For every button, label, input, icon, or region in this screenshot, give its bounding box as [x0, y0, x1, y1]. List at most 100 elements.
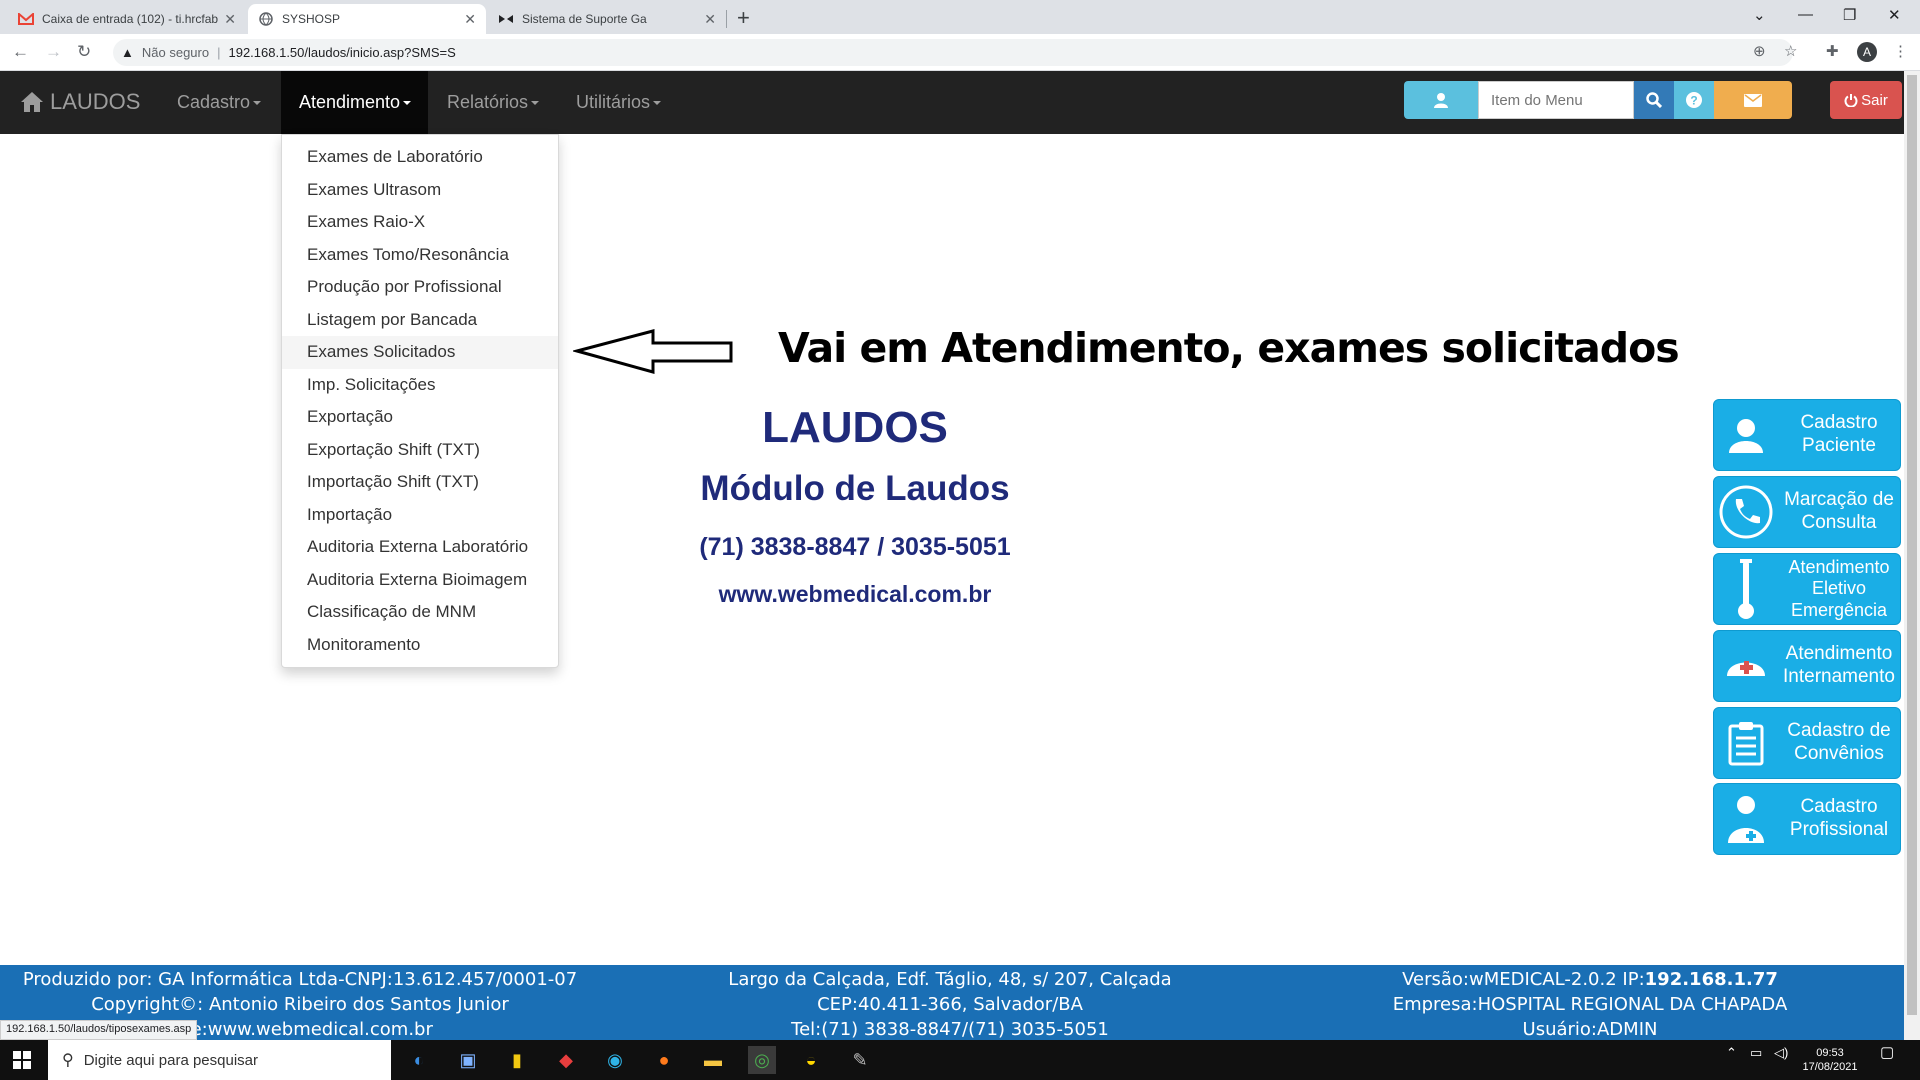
windows-start-icon[interactable] [8, 1046, 36, 1074]
edge-icon[interactable]: ◉ [601, 1046, 629, 1074]
new-tab-button[interactable]: + [737, 5, 750, 31]
envelope-icon [1744, 93, 1762, 107]
help-button[interactable]: ? [1674, 81, 1714, 119]
scrollbar-thumb[interactable] [1907, 75, 1917, 1015]
dropdown-item-exames-tomo[interactable]: Exames Tomo/Resonância [282, 239, 558, 272]
notification-icon[interactable]: ▢ [1880, 1045, 1894, 1060]
menu-atendimento[interactable]: Atendimento [281, 71, 428, 134]
close-window-button[interactable]: ✕ [1888, 6, 1901, 24]
menu-search-input[interactable] [1478, 81, 1634, 119]
menu-utilitarios[interactable]: Utilitários [558, 71, 679, 134]
tray-chevron-icon[interactable]: ⌃ [1726, 1046, 1737, 1060]
volume-icon[interactable]: ◁) [1774, 1046, 1788, 1060]
dropdown-item-exames-raiox[interactable]: Exames Raio-X [282, 206, 558, 239]
shortcut-atendimento-internamento[interactable]: Atendimento Internamento [1713, 630, 1901, 702]
tab-search-icon[interactable]: ⌄ [1753, 6, 1766, 24]
user-button[interactable] [1404, 81, 1478, 119]
clock[interactable]: 09:53 17/08/2021 [1800, 1046, 1860, 1074]
reload-icon[interactable]: ↻ [77, 42, 91, 62]
address-toolbar: ← → ↻ ▲ Não seguro | 192.168.1.50/laudos… [0, 34, 1920, 71]
taskbar-search[interactable]: ⚲ Digite aqui para pesquisar [48, 1040, 391, 1080]
dropdown-item-importacao-shift[interactable]: Importação Shift (TXT) [282, 466, 558, 499]
clock-time: 09:53 [1816, 1047, 1844, 1059]
shortcut-cadastro-convenios[interactable]: Cadastro de Convênios [1713, 707, 1901, 779]
taskbar-search-placeholder: Digite aqui para pesquisar [83, 1051, 258, 1069]
forward-icon[interactable]: → [45, 42, 62, 62]
logo-phone: (71) 3838-8847 / 3035-5051 [699, 533, 1011, 561]
paint-icon[interactable]: ✎ [846, 1046, 874, 1074]
app-taskbar-icon[interactable]: ◒ [797, 1046, 825, 1074]
windows-taskbar: ⚲ Digite aqui para pesquisar ◐ ▣ ▮ ◆ ◉ ●… [0, 1040, 1920, 1080]
caret-down-icon [531, 100, 540, 105]
dropdown-item-auditoria-laboratorio[interactable]: Auditoria Externa Laboratório [282, 531, 558, 564]
more-menu-icon[interactable]: ⋮ [1893, 42, 1908, 60]
firefox-icon[interactable]: ● [650, 1046, 678, 1074]
maximize-button[interactable]: ❐ [1843, 6, 1856, 24]
tab-suporte[interactable]: Sistema de Suporte Ga ✕ [488, 4, 726, 34]
dropdown-item-exames-solicitados[interactable]: Exames Solicitados [282, 336, 558, 369]
svg-text:?: ? [1690, 94, 1697, 108]
dropdown-item-exportacao[interactable]: Exportação [282, 401, 558, 434]
shortcut-label: Cadastro Paciente [1800, 412, 1878, 456]
footer-address: Largo da Calçada, Edf. Táglio, 48, s/ 20… [680, 967, 1220, 1042]
messages-button[interactable] [1714, 81, 1792, 119]
annotation-text: Vai em Atendimento, exames solicitados [778, 324, 1680, 372]
anydesk-icon[interactable]: ◆ [552, 1046, 580, 1074]
tab-title: Caixa de entrada (102) - ti.hrcfab [42, 12, 219, 26]
browser-tab-strip: Caixa de entrada (102) - ti.hrcfab ✕ SYS… [0, 0, 1920, 34]
skype-icon[interactable]: ◐ [405, 1046, 433, 1074]
page-footer: Produzido por: GA Informática Ltda-CNPJ:… [0, 965, 1904, 1041]
back-icon[interactable]: ← [12, 42, 29, 62]
chrome-icon[interactable]: ◎ [748, 1046, 776, 1074]
warning-icon: ▲ [121, 45, 134, 60]
menu-cadastro[interactable]: Cadastro [159, 71, 279, 134]
dropdown-item-producao-profissional[interactable]: Produção por Profissional [282, 271, 558, 304]
close-icon[interactable]: ✕ [464, 11, 476, 28]
tab-syshosp[interactable]: SYSHOSP ✕ [248, 4, 486, 34]
brand-title: LAUDOS [50, 89, 141, 114]
file-explorer-icon[interactable]: ▬ [699, 1046, 727, 1074]
address-bar[interactable]: ▲ Não seguro | 192.168.1.50/laudos/inici… [113, 39, 1793, 66]
dropdown-item-exames-ultrasom[interactable]: Exames Ultrasom [282, 174, 558, 207]
footer-line: Copyright©: Antonio Ribeiro dos Santos J… [91, 994, 509, 1015]
clipboard-icon [1728, 722, 1764, 766]
phone-icon [1719, 485, 1773, 539]
app-navbar: LAUDOS Cadastro Atendimento Relatórios U… [0, 71, 1904, 134]
dropdown-item-imp-solicitacoes[interactable]: Imp. Solicitações [282, 369, 558, 402]
dropdown-item-exportacao-shift[interactable]: Exportação Shift (TXT) [282, 434, 558, 467]
dropdown-item-auditoria-bioimagem[interactable]: Auditoria Externa Bioimagem [282, 564, 558, 597]
menu-label: Cadastro [177, 92, 251, 112]
dropdown-item-monitoramento[interactable]: Monitoramento [282, 629, 558, 662]
close-icon[interactable]: ✕ [224, 11, 236, 28]
user-icon [1434, 93, 1448, 108]
shortcut-atendimento-eletivo[interactable]: Atendimento Eletivo Emergência [1713, 553, 1901, 625]
brand-link[interactable]: LAUDOS [20, 89, 140, 115]
version-label: Versão:wMEDICAL-2.0.2 IP: [1402, 969, 1645, 990]
logout-button[interactable]: Sair [1830, 81, 1902, 119]
bookmark-star-icon[interactable]: ☆ [1784, 42, 1797, 60]
zoom-icon[interactable]: ⊕ [1753, 42, 1766, 60]
footer-line: CEP:40.411-366, Salvador/BA [817, 994, 1083, 1015]
dropdown-item-exames-laboratorio[interactable]: Exames de Laboratório [282, 141, 558, 174]
power-bi-icon[interactable]: ▮ [503, 1046, 531, 1074]
footer-line: Largo da Calçada, Edf. Táglio, 48, s/ 20… [728, 969, 1172, 990]
dropdown-item-listagem-bancada[interactable]: Listagem por Bancada [282, 304, 558, 337]
footer-line: Empresa:HOSPITAL REGIONAL DA CHAPADA [1392, 994, 1788, 1015]
profile-avatar[interactable]: A [1857, 42, 1877, 62]
page-scrollbar[interactable] [1904, 71, 1920, 1040]
search-button[interactable] [1634, 81, 1674, 119]
shortcut-marcacao-consulta[interactable]: Marcação de Consulta [1713, 476, 1901, 548]
minimize-button[interactable]: — [1798, 6, 1813, 23]
dropdown-item-importacao[interactable]: Importação [282, 499, 558, 532]
home-icon [21, 92, 43, 112]
tab-gmail[interactable]: Caixa de entrada (102) - ti.hrcfab ✕ [8, 4, 246, 34]
close-icon[interactable]: ✕ [704, 11, 716, 28]
shortcut-cadastro-profissional[interactable]: Cadastro Profissional [1713, 783, 1901, 855]
network-icon[interactable]: ▭ [1750, 1046, 1762, 1060]
extensions-icon[interactable]: ✚ [1826, 42, 1839, 60]
network-app-icon[interactable]: ▣ [454, 1046, 482, 1074]
shortcut-cadastro-paciente[interactable]: Cadastro Paciente [1713, 399, 1901, 471]
ip-value: 192.168.1.77 [1644, 969, 1778, 990]
menu-relatorios[interactable]: Relatórios [429, 71, 557, 134]
dropdown-item-classificacao-mnm[interactable]: Classificação de MNM [282, 596, 558, 629]
